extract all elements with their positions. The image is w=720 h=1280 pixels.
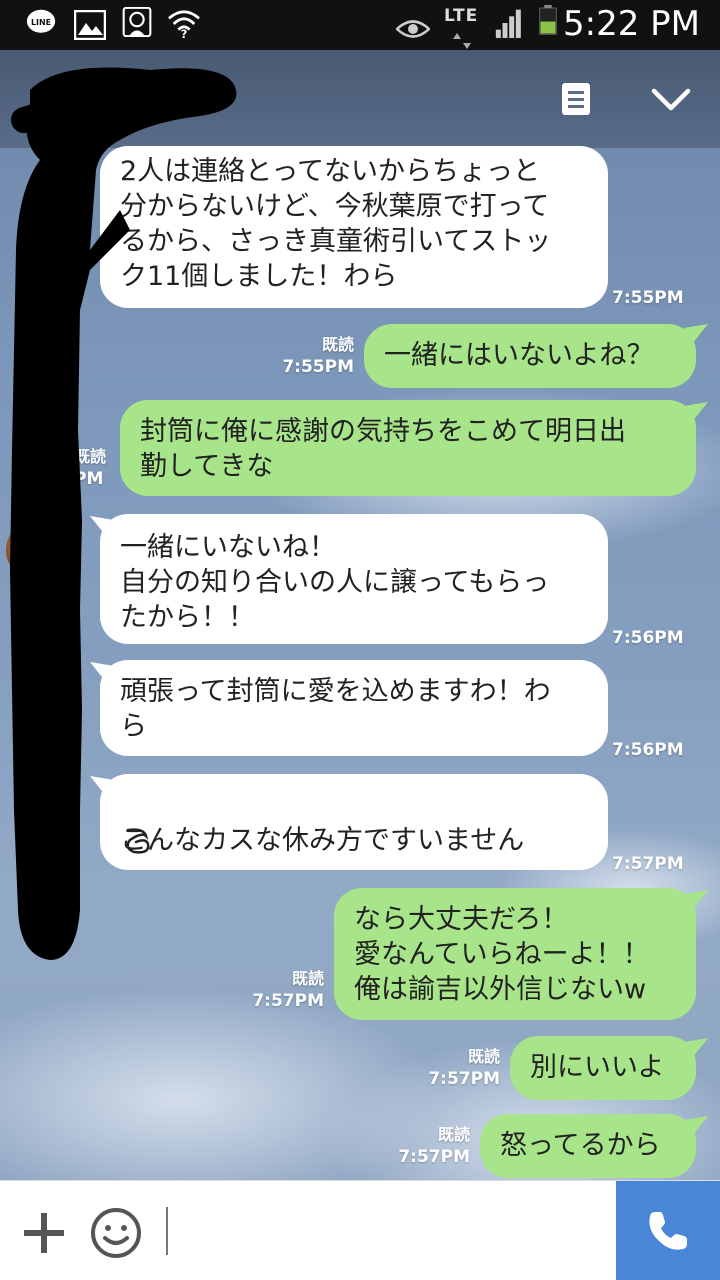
status-bar: LINE ? LTE 5:22 PM <box>0 0 720 50</box>
message-meta: 既読 7:57PM <box>240 968 324 1012</box>
document-icon[interactable] <box>561 82 591 116</box>
eye-icon <box>396 20 430 38</box>
gallery-icon <box>74 10 106 40</box>
chevron-down-icon[interactable] <box>651 88 691 112</box>
message-time: 7:57PM <box>428 1069 500 1089</box>
read-receipt: 既読 <box>321 335 354 354</box>
message-time: 7:57PM <box>612 854 684 874</box>
network-type: LTE <box>444 6 479 26</box>
phone-icon <box>649 1212 687 1250</box>
message-meta: 既読 7:55PM <box>270 334 354 378</box>
message-time: 7:55PM <box>282 357 354 377</box>
message-bubble-outgoing[interactable]: なら大丈夫だろ！ 愛なんていらねーよ！！ 俺は諭吉以外信じないw <box>334 888 696 1020</box>
battery-icon <box>539 5 557 35</box>
redaction-scribble <box>10 67 237 960</box>
wifi-question-icon: ? <box>168 10 200 39</box>
bubble-tail <box>684 402 708 422</box>
status-time: 5:22 PM <box>563 4 700 44</box>
message-time: 7:56PM <box>612 740 684 760</box>
smiley-icon[interactable] <box>90 1207 142 1259</box>
message-meta: 既読 7:57PM <box>386 1124 470 1168</box>
line-app-icon: LINE <box>26 9 56 33</box>
message-time: 7:57PM <box>252 991 324 1011</box>
app-notification-icon <box>122 7 152 37</box>
signal-icon <box>495 9 521 38</box>
svg-text:?: ? <box>181 28 188 39</box>
bubble-tail <box>684 1038 708 1058</box>
message-time: 7:57PM <box>398 1147 470 1167</box>
input-bar <box>0 1180 720 1280</box>
read-receipt: 既読 <box>437 1125 470 1144</box>
plus-icon[interactable] <box>22 1211 66 1255</box>
text-cursor <box>166 1207 168 1255</box>
message-time: 7:55PM <box>612 288 684 308</box>
message-bubble-outgoing[interactable]: 一緒にはいないよね？ <box>364 324 696 388</box>
read-receipt: 既読 <box>467 1047 500 1066</box>
message-meta: 既読 7:57PM <box>416 1046 500 1090</box>
bubble-tail <box>684 890 708 910</box>
bubble-tail <box>684 324 708 344</box>
message-time: 7:56PM <box>612 628 684 648</box>
message-bubble-outgoing[interactable]: 怒ってるから <box>480 1114 696 1178</box>
call-button[interactable] <box>616 1181 720 1280</box>
chat-area[interactable]: 2人は連絡とってないからちょっと 分からないけど、今秋葉原で打って るから、さっ… <box>0 50 720 1180</box>
message-input[interactable] <box>162 1205 602 1257</box>
message-bubble-outgoing[interactable]: 別にいいよ <box>510 1036 696 1100</box>
read-receipt: 既読 <box>291 969 324 988</box>
svg-text:LINE: LINE <box>31 18 51 27</box>
bubble-tail <box>684 1116 708 1136</box>
